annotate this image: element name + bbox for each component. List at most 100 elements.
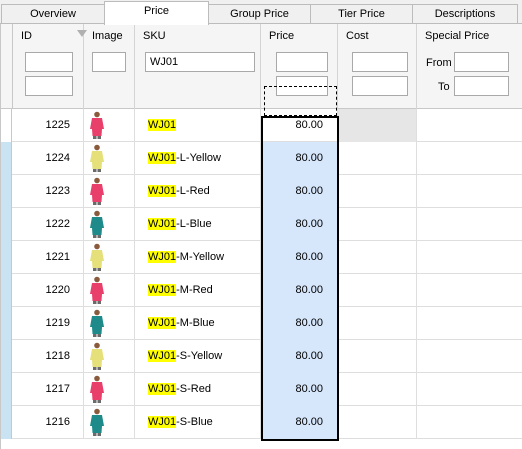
id-cell[interactable]: 1219 [13,307,84,340]
sku-cell[interactable]: WJ01-S-Red [135,373,261,406]
row-indicator[interactable] [0,208,12,241]
row-indicator[interactable] [0,307,12,340]
image-cell[interactable] [84,208,135,241]
special-price-cell[interactable] [417,340,522,373]
table-row[interactable]: 1225 WJ01 80.00 [0,109,522,142]
table-row[interactable]: 1221 WJ01-M-Yellow 80.00 [0,241,522,274]
image-filter-input[interactable] [92,52,126,72]
image-cell[interactable] [84,142,135,175]
table-row[interactable]: 1216 WJ01-S-Blue 80.00 [0,406,522,439]
special-price-cell[interactable] [417,109,522,142]
id-cell[interactable]: 1220 [13,274,84,307]
cost-cell[interactable] [338,142,417,175]
row-indicator[interactable] [0,274,12,307]
image-cell[interactable] [84,241,135,274]
special-price-cell[interactable] [417,307,522,340]
sku-filter-input[interactable] [145,52,255,72]
sku-cell[interactable]: WJ01-L-Yellow [135,142,261,175]
price-cell[interactable]: 80.00 [261,241,338,274]
price-cell[interactable]: 80.00 [261,142,338,175]
special-price-cell[interactable] [417,373,522,406]
row-indicator[interactable] [0,340,12,373]
price-cell[interactable]: 80.00 [261,208,338,241]
table-row[interactable]: 1220 WJ01-M-Red 80.00 [0,274,522,307]
column-header-sku[interactable]: SKU [135,24,261,109]
id-cell[interactable]: 1223 [13,175,84,208]
column-header-special-price[interactable]: Special Price From To [417,24,522,109]
tab-descriptions[interactable]: Descriptions [412,4,518,24]
cost-cell[interactable] [338,406,417,439]
cost-cell[interactable] [338,241,417,274]
tab-overview[interactable]: Overview [1,4,105,24]
image-cell[interactable] [84,340,135,373]
row-indicator[interactable] [0,109,12,142]
table-row[interactable]: 1223 WJ01-L-Red 80.00 [0,175,522,208]
price-cell[interactable]: 80.00 [261,274,338,307]
price-cell[interactable]: 80.00 [261,307,338,340]
row-indicator[interactable] [0,241,12,274]
cost-cell[interactable] [338,208,417,241]
special-price-cell[interactable] [417,142,522,175]
row-indicator[interactable] [0,175,12,208]
sku-cell[interactable]: WJ01-M-Blue [135,307,261,340]
special-price-cell[interactable] [417,208,522,241]
special-price-cell[interactable] [417,241,522,274]
image-cell[interactable] [84,373,135,406]
id-cell[interactable]: 1216 [13,406,84,439]
table-row[interactable]: 1224 WJ01-L-Yellow 80.00 [0,142,522,175]
id-filter-to-input[interactable] [25,76,73,96]
image-cell[interactable] [84,406,135,439]
tab-price[interactable]: Price [104,1,209,25]
id-cell[interactable]: 1218 [13,340,84,373]
column-header-cost[interactable]: Cost [338,24,417,109]
row-indicator[interactable] [0,142,12,175]
cost-filter-to-input[interactable] [352,76,408,96]
sku-cell[interactable]: WJ01-S-Yellow [135,340,261,373]
cost-filter-from-input[interactable] [352,52,408,72]
column-header-image[interactable]: Image [84,24,135,109]
id-cell[interactable]: 1225 [13,109,84,142]
sku-cell[interactable]: WJ01-L-Blue [135,208,261,241]
image-cell[interactable] [84,109,135,142]
sku-cell[interactable]: WJ01 [135,109,261,142]
table-row[interactable]: 1217 WJ01-S-Red 80.00 [0,373,522,406]
sku-cell[interactable]: WJ01-M-Red [135,274,261,307]
special-price-cell[interactable] [417,274,522,307]
id-cell[interactable]: 1217 [13,373,84,406]
price-cell[interactable]: 80.00 [261,406,338,439]
cost-cell[interactable] [338,175,417,208]
special-price-to-input[interactable] [454,76,509,96]
cost-cell[interactable] [338,373,417,406]
column-header-id[interactable]: ID [13,24,87,109]
price-cell[interactable]: 80.00 [261,373,338,406]
table-row[interactable]: 1219 WJ01-M-Blue 80.00 [0,307,522,340]
sku-cell[interactable]: WJ01-S-Blue [135,406,261,439]
price-cell[interactable]: 80.00 [261,175,338,208]
sku-cell[interactable]: WJ01-L-Red [135,175,261,208]
column-header-price[interactable]: Price [261,24,338,109]
table-row[interactable]: 1222 WJ01-L-Blue 80.00 [0,208,522,241]
id-filter-from-input[interactable] [25,52,73,72]
special-price-from-input[interactable] [454,52,509,72]
row-indicator[interactable] [0,406,12,439]
image-cell[interactable] [84,175,135,208]
price-filter-to-input[interactable] [276,76,328,96]
row-indicator[interactable] [0,373,12,406]
price-cell[interactable]: 80.00 [261,340,338,373]
cost-cell[interactable] [338,109,417,142]
special-price-cell[interactable] [417,175,522,208]
image-cell[interactable] [84,307,135,340]
cost-cell[interactable] [338,274,417,307]
id-cell[interactable]: 1224 [13,142,84,175]
price-filter-from-input[interactable] [276,52,328,72]
image-cell[interactable] [84,274,135,307]
table-row[interactable]: 1218 WJ01-S-Yellow 80.00 [0,340,522,373]
special-price-cell[interactable] [417,406,522,439]
tab-group-price[interactable]: Group Price [208,4,311,24]
sku-cell[interactable]: WJ01-M-Yellow [135,241,261,274]
tab-tier-price[interactable]: Tier Price [310,4,413,24]
price-cell[interactable]: 80.00 [261,109,338,142]
id-cell[interactable]: 1222 [13,208,84,241]
cost-cell[interactable] [338,340,417,373]
cost-cell[interactable] [338,307,417,340]
